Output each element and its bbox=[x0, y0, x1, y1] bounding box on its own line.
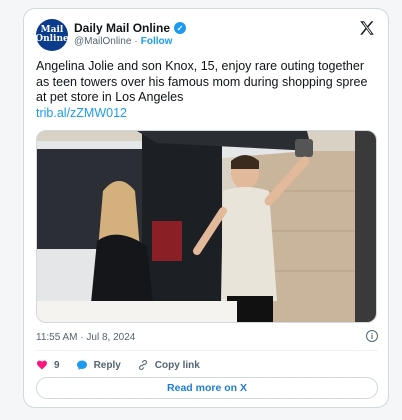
x-logo-icon[interactable] bbox=[358, 19, 376, 37]
copy-link-label: Copy link bbox=[154, 359, 200, 371]
avatar[interactable]: Mail Online bbox=[35, 19, 69, 51]
author-handle[interactable]: @MailOnline bbox=[74, 36, 131, 47]
verified-badge-icon: ✓ bbox=[174, 22, 187, 34]
read-more-button[interactable]: Read more on X bbox=[36, 377, 378, 399]
author-display-name[interactable]: Daily Mail Online bbox=[74, 21, 170, 35]
tweet-card: Mail Online Daily Mail Online ✓ @MailOnl… bbox=[23, 8, 389, 408]
reply-bubble-icon bbox=[76, 360, 87, 370]
tweet-text: Angelina Jolie and son Knox, 15, enjoy r… bbox=[36, 59, 376, 121]
author-handle-row: @MailOnline · Follow bbox=[74, 36, 172, 47]
photo-illustration bbox=[37, 131, 376, 322]
like-count: 9 bbox=[54, 359, 60, 371]
like-button[interactable]: 9 bbox=[36, 359, 60, 371]
link-icon bbox=[138, 359, 147, 371]
tweet-body: Angelina Jolie and son Knox, 15, enjoy r… bbox=[36, 59, 368, 104]
info-icon[interactable]: i bbox=[366, 330, 378, 342]
separator-dot: · bbox=[134, 36, 138, 47]
author-name-row: Daily Mail Online ✓ bbox=[74, 21, 187, 35]
tweet-photo[interactable] bbox=[36, 130, 377, 323]
avatar-line-2: Online bbox=[35, 34, 69, 44]
reply-button[interactable]: Reply bbox=[76, 359, 121, 371]
heart-icon bbox=[37, 360, 47, 370]
timestamp-row: 11:55 AM · Jul 8, 2024 i bbox=[36, 330, 378, 344]
actions-row: 9 Reply Copy link bbox=[36, 357, 216, 373]
tweet-timestamp[interactable]: 11:55 AM · Jul 8, 2024 bbox=[36, 332, 135, 343]
divider bbox=[36, 350, 378, 351]
copy-link-button[interactable]: Copy link bbox=[137, 359, 200, 371]
reply-label: Reply bbox=[93, 359, 121, 371]
tweet-link[interactable]: trib.al/zZMW012 bbox=[36, 106, 376, 122]
follow-button[interactable]: Follow bbox=[141, 36, 173, 47]
